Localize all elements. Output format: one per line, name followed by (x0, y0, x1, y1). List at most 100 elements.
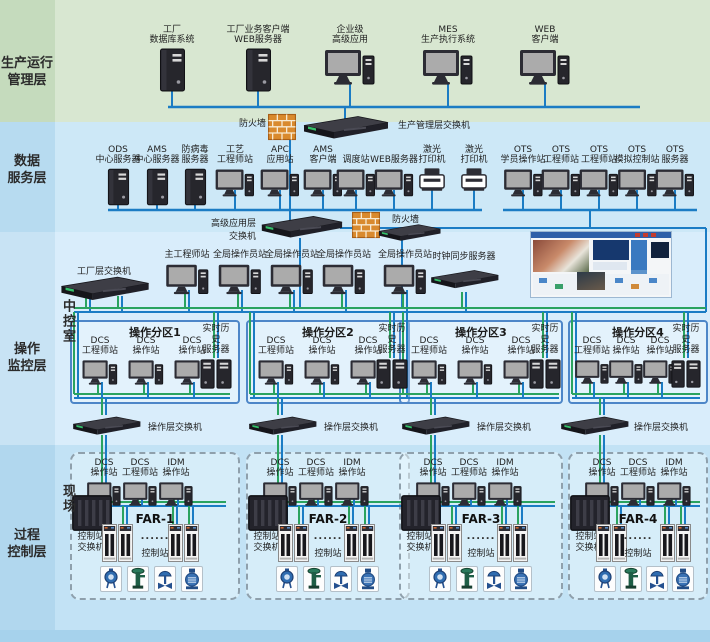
device-laser-printer-2: 激光 打印机 (460, 144, 488, 193)
field-instrument (127, 566, 149, 592)
device-label: 调度站 (342, 155, 370, 166)
device-ots-sim-control-station: OTS 模拟控制站 (614, 144, 660, 199)
device-label: IDM 操作站 (338, 457, 366, 479)
workstation-icon (503, 169, 542, 197)
production-switch-label: 生产管理层交换机 (398, 121, 471, 131)
workstation-icon (128, 360, 164, 385)
device-dcs-engineer-station: DCS 工程师站 (257, 336, 295, 387)
field-instrument (100, 566, 122, 592)
workstation-icon (304, 360, 340, 385)
workstation-icon (574, 360, 609, 385)
field-instrument (303, 566, 325, 592)
device-dcs-operator-station: DCS 操作站 (456, 336, 494, 387)
meter-icon (675, 567, 691, 590)
far-title: FAR-2 (308, 512, 348, 526)
workstation-icon (656, 482, 691, 507)
device-label: OTS 模拟控制站 (614, 144, 660, 166)
workstation-icon (655, 169, 694, 197)
device-history-server: 实时历史 服务器 (200, 324, 232, 390)
dual-server-icon (529, 359, 561, 389)
meter-icon (513, 567, 529, 590)
workstation-icon (122, 482, 157, 507)
dual-server-icon (671, 360, 701, 388)
device-history-server: 实时历史 服务器 (529, 324, 561, 390)
field-instrument (483, 566, 505, 592)
server-tower-icon (159, 48, 185, 92)
device-label: IDM 操作站 (491, 457, 519, 479)
device-ots-engineer-station-2: OTS 工程师站 (579, 144, 619, 199)
printer-icon (419, 168, 445, 192)
app-switch-label: 高级应用层 交换机 (210, 219, 256, 242)
server-tower-icon (146, 168, 168, 206)
operation-switch-label: 操作层交换机 (148, 423, 203, 433)
label-field: 现场 (60, 484, 75, 514)
device-label: OTS 服务器 (661, 144, 689, 166)
device-label: DCS 工程师站 (450, 457, 488, 479)
device-label: 主工程师站 (164, 250, 210, 261)
device-label: DCS 操作站 (308, 335, 336, 357)
factory-layer-switch-icon (60, 276, 150, 301)
operation-layer-switch-icon (72, 416, 141, 436)
valve-icon (157, 570, 173, 590)
device-label: 工艺 工程师站 (216, 144, 253, 166)
workstation-icon (298, 482, 333, 507)
production-switch-icon (303, 116, 389, 139)
device-global-operator-station-1: 全局操作员站 (213, 249, 267, 297)
workstation-icon (218, 264, 261, 295)
device-ots-trainee-station: OTS 学员操作站 (500, 144, 546, 199)
device-dcs-engineer-station: DCS 工程师站 (298, 458, 334, 508)
device-label: DCS 工程师站 (573, 335, 611, 357)
device-history-server: 实时历史 服务器 (671, 324, 701, 390)
device-global-operator-station-4: 全局操作员站 (378, 249, 432, 297)
workstation-icon (334, 482, 369, 507)
device-label: DCS 操作站 (461, 335, 489, 357)
workstation-icon (487, 482, 522, 507)
device-dcs-engineer-station: DCS 工程师站 (410, 336, 448, 387)
field-instrument (357, 566, 379, 592)
sensor-icon (307, 567, 322, 590)
device-idm-operator-station: IDM 操作站 (158, 458, 194, 508)
transmitter-icon (598, 567, 612, 589)
operation-layer-switch-icon (560, 416, 629, 436)
operation-switch-label: 操作层交换机 (324, 423, 379, 433)
workstation-icon (258, 360, 294, 385)
far-title: FAR-3 (461, 512, 501, 526)
workstation-icon (411, 360, 447, 385)
transmitter-icon (104, 567, 118, 589)
side-label-operation-monitoring-layer: 操作 监控层 (7, 342, 47, 374)
workstation-icon (158, 482, 193, 507)
device-label: MES 生产执行系统 (420, 24, 476, 46)
operation-switch-label: 操作层交换机 (634, 423, 689, 433)
device-dcs-engineer-station: DCS 工程师站 (122, 458, 158, 508)
device-label: WEB服务器 (370, 155, 418, 166)
workstation-icon (579, 169, 618, 197)
device-label: DCS 工程师站 (619, 457, 657, 479)
workstation-icon (374, 169, 413, 197)
device-label: DCS 操作站 (612, 335, 640, 357)
field-instrument (456, 566, 478, 592)
device-history-server: 实时历史 服务器 (376, 324, 408, 390)
device-chief-engineer-station: 主工程师站 (164, 249, 210, 297)
workstation-icon (322, 264, 365, 295)
clock-server-label: 时钟同步服务器 (432, 252, 496, 262)
workstation-icon (457, 360, 493, 385)
device-label: DCS 操作站 (646, 335, 674, 357)
device-ots-engineer-station-1: OTS 工程师站 (541, 144, 581, 199)
ellipsis: ...... (140, 531, 170, 542)
app-layer-switch-icon (261, 215, 343, 238)
workstation-icon (608, 360, 643, 385)
switch-icon (378, 224, 441, 242)
workstation-icon (260, 169, 299, 197)
firewall-label: 防火墙 (238, 119, 266, 129)
device-label: DCS 操作站 (132, 335, 160, 357)
device-dcs-engineer-station: DCS 工程师站 (81, 336, 119, 387)
meter-icon (185, 567, 199, 590)
device-label: 全局操作员站 (212, 250, 268, 261)
device-dcs-operator-station: DCS 操作站 (127, 336, 165, 387)
printer-icon (461, 168, 487, 192)
controller-label: 控制站 (314, 549, 342, 559)
device-dcs-engineer-station: DCS 工程师站 (574, 336, 610, 386)
workstation-icon (422, 49, 473, 86)
far-title: FAR-1 (135, 512, 175, 526)
device-mes: MES 生产执行系统 (421, 24, 475, 88)
